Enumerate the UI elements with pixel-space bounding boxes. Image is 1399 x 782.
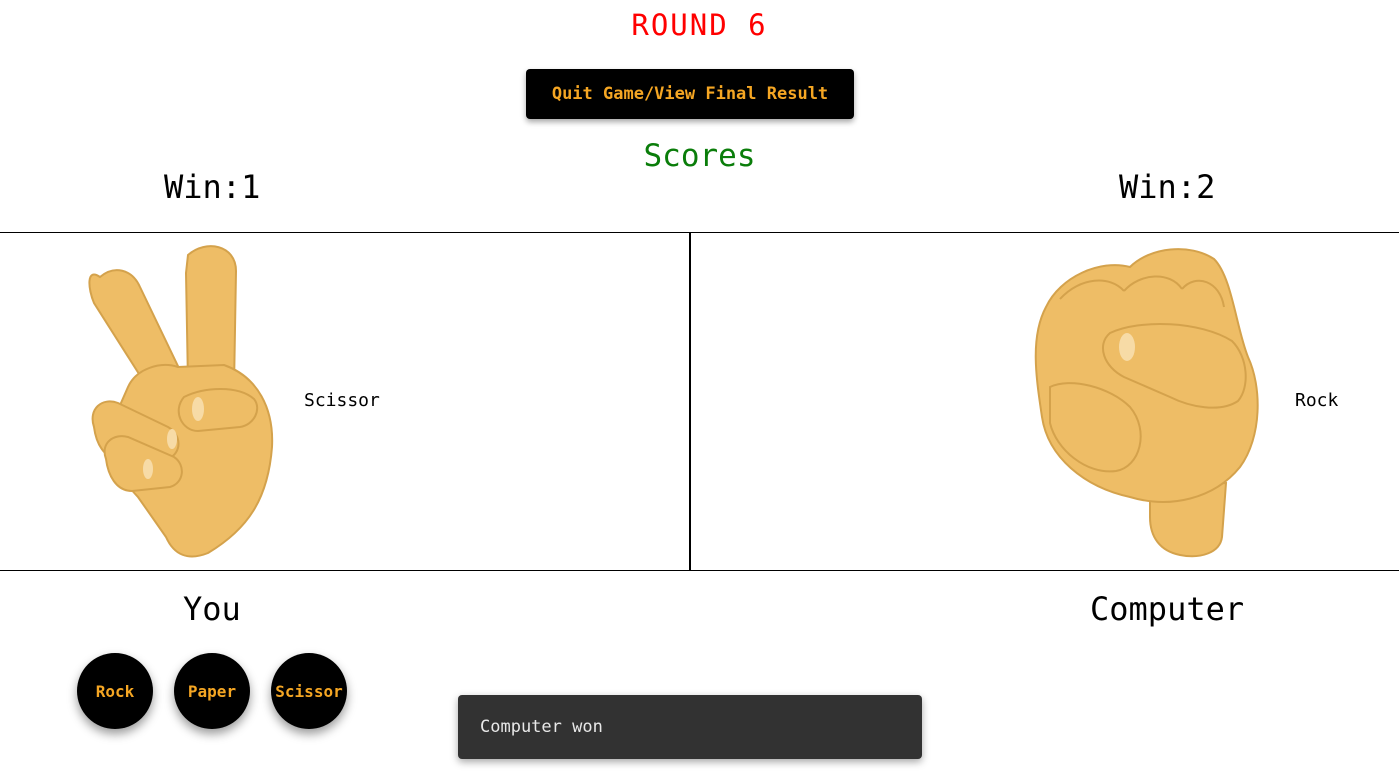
- arena-divider: [689, 233, 691, 570]
- quit-game-button[interactable]: Quit Game/View Final Result: [526, 69, 854, 119]
- scissor-button[interactable]: Scissor: [271, 653, 347, 729]
- player-label: You: [183, 590, 241, 628]
- computer-score: Win:2: [1119, 168, 1216, 206]
- computer-label: Computer: [1090, 590, 1245, 628]
- result-toast: Computer won: [458, 695, 922, 759]
- player-score: Win:1: [164, 168, 261, 206]
- round-title: ROUND 6: [631, 8, 768, 42]
- rock-fist-icon: [1034, 248, 1259, 558]
- rock-button[interactable]: Rock: [77, 653, 153, 729]
- game-arena: Scissor Rock: [0, 232, 1399, 571]
- scissor-hand-icon: [88, 245, 274, 558]
- computer-choice-label: Rock: [1295, 390, 1339, 411]
- paper-button[interactable]: Paper: [174, 653, 250, 729]
- player-choice-label: Scissor: [304, 390, 380, 411]
